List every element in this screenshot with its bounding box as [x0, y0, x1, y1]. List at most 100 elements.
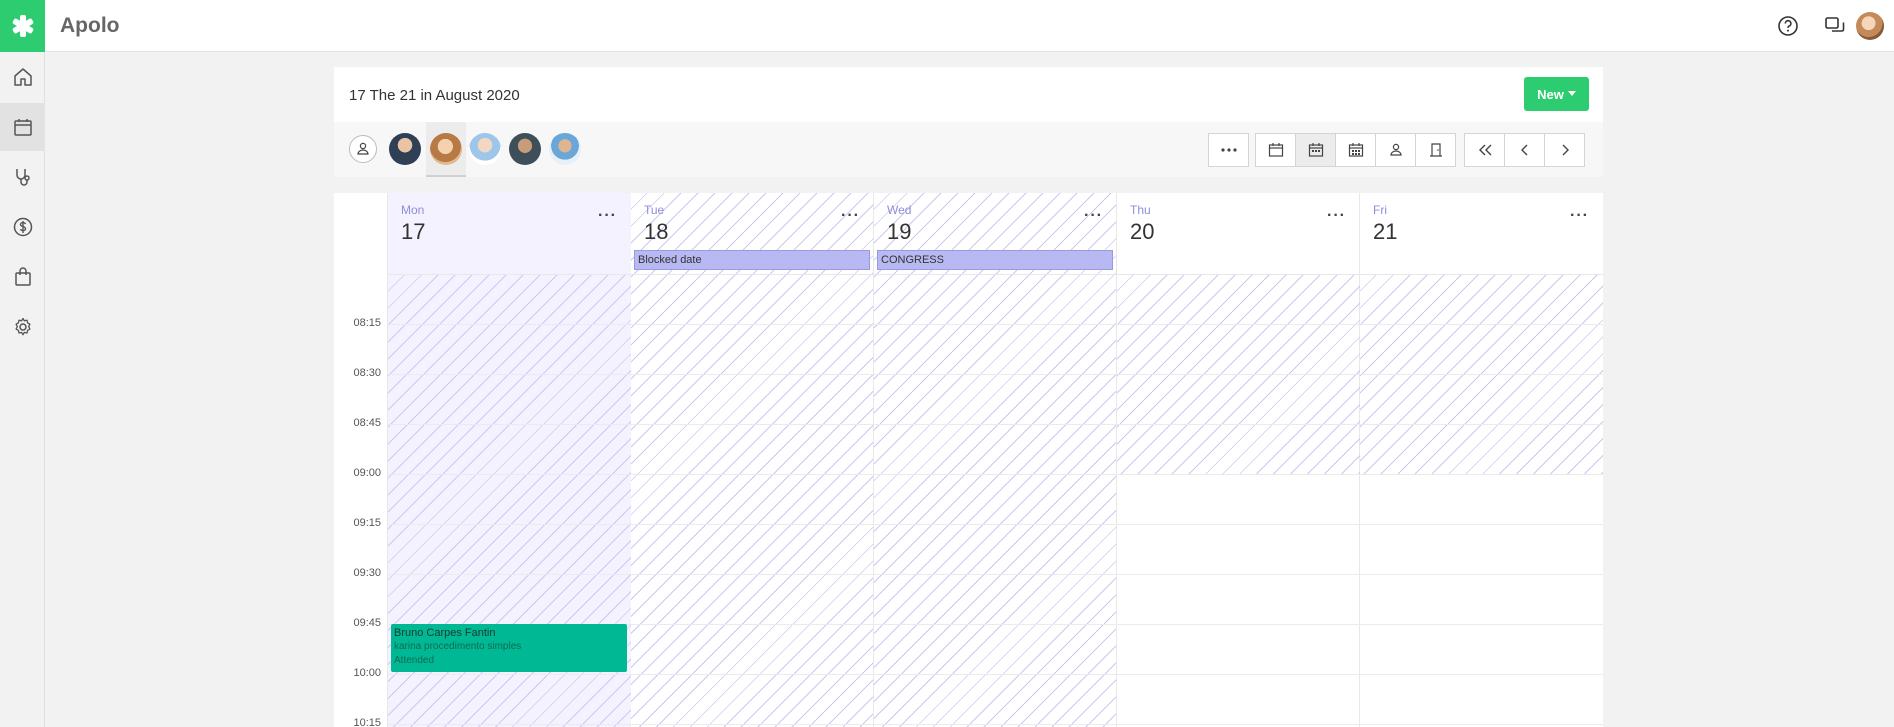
sidebar: [0, 52, 45, 727]
day-column-thu: Thu 20 ···: [1117, 193, 1360, 727]
chat-icon: [1825, 17, 1845, 32]
more-icon: [1220, 148, 1237, 152]
all-professionals-filter[interactable]: [349, 135, 377, 163]
blocked-date-bar[interactable]: Blocked date: [634, 250, 870, 270]
time-label: 10:00: [353, 667, 381, 679]
day-slots[interactable]: [874, 275, 1117, 727]
date-range-title: 17 The 21 in August 2020: [349, 87, 520, 104]
professional-icon: [357, 142, 369, 155]
sidebar-item-store[interactable]: [0, 253, 45, 301]
day-name: Thu: [1130, 203, 1151, 217]
day-header[interactable]: Wed 19 ··· CONGRESS: [874, 193, 1117, 275]
appointment-status: Attended: [394, 655, 435, 666]
gear-icon: [14, 317, 31, 336]
double-chevron-left-icon: [1478, 144, 1491, 156]
caret-down-icon: [1567, 91, 1576, 96]
user-avatar[interactable]: [1856, 12, 1884, 40]
day-menu-button[interactable]: ···: [841, 207, 860, 225]
calendar-day-icon: [1268, 143, 1283, 157]
day-number: 19: [887, 219, 912, 244]
day-menu-button[interactable]: ···: [598, 207, 617, 225]
appointment-procedure: karina procedimento simples: [394, 641, 522, 652]
professional-avatar-2[interactable]: [430, 133, 462, 165]
day-header[interactable]: Fri 21 ···: [1360, 193, 1603, 275]
day-number: 18: [644, 219, 669, 244]
top-bar: Apolo: [0, 0, 1894, 52]
room-view-button[interactable]: [1415, 133, 1456, 167]
day-menu-button[interactable]: ···: [1570, 207, 1589, 225]
first-page-button[interactable]: [1464, 133, 1505, 167]
calendar-month-icon: [1348, 143, 1363, 157]
day-number: 21: [1373, 219, 1398, 244]
appointment-card[interactable]: Bruno Carpes Fantin karina procedimento …: [391, 624, 627, 672]
day-column-tue: Tue 18 ··· Blocked date: [631, 193, 874, 727]
day-number: 17: [401, 219, 426, 244]
day-menu-button[interactable]: ···: [1327, 207, 1346, 225]
calendar-toolbar: [334, 122, 1603, 177]
previous-button[interactable]: [1504, 133, 1545, 167]
day-menu-button[interactable]: ···: [1084, 207, 1103, 225]
time-label: 09:15: [353, 517, 381, 529]
day-header[interactable]: Thu 20 ···: [1117, 193, 1360, 275]
day-header[interactable]: Mon 17 ···: [388, 193, 631, 275]
sidebar-item-calendar[interactable]: [0, 103, 45, 151]
day-name: Tue: [644, 203, 665, 217]
professional-avatar-5[interactable]: [549, 133, 581, 165]
month-view-button[interactable]: [1335, 133, 1376, 167]
day-slots[interactable]: [1360, 275, 1603, 727]
shopping-bag-icon: [14, 267, 31, 286]
calendar-header: 17 The 21 in August 2020 New: [334, 67, 1603, 177]
appointment-patient: Bruno Carpes Fantin: [394, 627, 496, 639]
day-column-mon: Mon 17 ··· Bruno Carpes Fantin karina pr…: [388, 193, 631, 727]
day-name: Wed: [887, 203, 912, 217]
day-name: Mon: [401, 203, 425, 217]
sidebar-item-home[interactable]: [0, 53, 45, 101]
time-column: 08:15 08:30 08:45 09:00 09:15 09:30 09:4…: [334, 193, 388, 727]
professional-avatar-4[interactable]: [509, 133, 541, 165]
dollar-icon: [13, 217, 32, 237]
asterisk-logo-icon: [12, 15, 33, 37]
time-label: 08:30: [353, 367, 381, 379]
sidebar-item-settings[interactable]: [0, 303, 45, 351]
blocked-date-bar[interactable]: CONGRESS: [877, 250, 1113, 270]
room-icon: [1429, 143, 1442, 157]
day-column-fri: Fri 21 ···: [1360, 193, 1603, 727]
week-calendar: 08:15 08:30 08:45 09:00 09:15 09:30 09:4…: [334, 193, 1603, 727]
chevron-right-icon: [1562, 144, 1569, 156]
day-name: Fri: [1373, 203, 1387, 217]
professional-avatar-3[interactable]: [469, 133, 501, 165]
professional-icon: [1389, 143, 1402, 156]
professional-view-button[interactable]: [1375, 133, 1416, 167]
new-button[interactable]: New: [1524, 77, 1589, 111]
time-label: 08:15: [353, 317, 381, 329]
professional-avatar-1[interactable]: [389, 133, 421, 165]
next-button[interactable]: [1544, 133, 1585, 167]
app-title: Apolo: [60, 14, 120, 37]
sidebar-item-finance[interactable]: [0, 203, 45, 251]
home-icon: [13, 68, 32, 86]
calendar-week-icon: [1308, 143, 1323, 157]
more-options-button[interactable]: [1208, 133, 1249, 167]
day-slots[interactable]: Bruno Carpes Fantin karina procedimento …: [388, 275, 631, 727]
week-view-button[interactable]: [1295, 133, 1336, 167]
day-slots[interactable]: [1117, 275, 1360, 727]
day-column-wed: Wed 19 ··· CONGRESS: [874, 193, 1117, 727]
day-view-button[interactable]: [1255, 133, 1296, 167]
sidebar-item-clinical[interactable]: [0, 153, 45, 201]
time-label: 09:45: [353, 617, 381, 629]
day-header[interactable]: Tue 18 ··· Blocked date: [631, 193, 874, 275]
calendar-icon: [13, 119, 32, 136]
day-number: 20: [1130, 219, 1155, 244]
day-slots[interactable]: [631, 275, 874, 727]
time-label: 09:30: [353, 567, 381, 579]
app-logo[interactable]: [0, 0, 45, 52]
stethoscope-icon: [15, 169, 30, 186]
time-label: 08:45: [353, 417, 381, 429]
chevron-left-icon: [1520, 144, 1527, 156]
help-icon: [1778, 16, 1798, 36]
chat-button[interactable]: [1822, 13, 1848, 39]
help-button[interactable]: [1775, 13, 1801, 39]
new-button-label: New: [1537, 86, 1564, 102]
time-label: 09:00: [353, 467, 381, 479]
time-label: 10:15: [353, 717, 381, 727]
